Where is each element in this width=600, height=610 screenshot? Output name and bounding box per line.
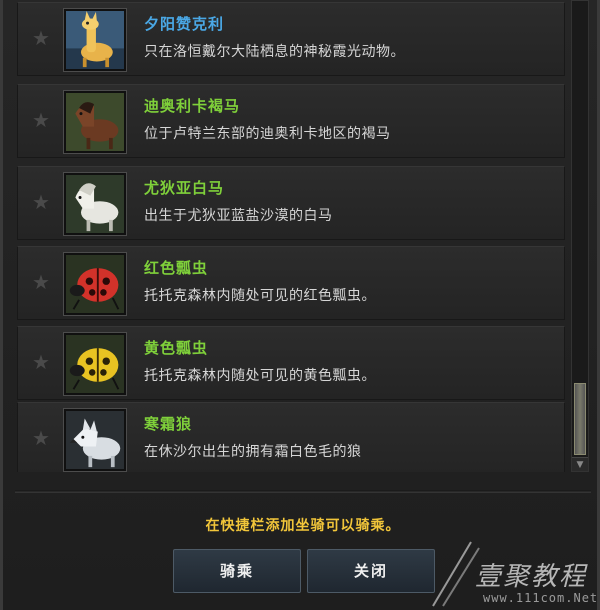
yellow-ladybug-icon <box>63 332 127 396</box>
white-horse-icon <box>63 172 127 236</box>
mount-description: 托托克森林内随处可见的黄色瓢虫。 <box>144 368 376 384</box>
list-item[interactable]: ★ 夕阳赞克利 只在洛恒戴尔大陆栖息的神秘霞光动物。 <box>17 2 565 76</box>
ride-hint-text: 在快捷栏添加坐骑可以骑乘。 <box>205 518 401 534</box>
scroll-down-arrow-icon[interactable]: ▼ <box>572 457 588 471</box>
list-item[interactable]: ★ 红色瓢虫 托托克森林内随处可见的红色瓢虫。 <box>17 246 565 320</box>
mount-description: 托托克森林内随处可见的红色瓢虫。 <box>144 288 376 304</box>
favorite-star-icon[interactable]: ★ <box>30 27 52 49</box>
list-item[interactable]: ★ 尤狄亚白马 出生于尤狄亚蓝盐沙漠的白马 <box>17 166 565 240</box>
watermark: 壹聚教程 www.111com.Net <box>423 536 600 610</box>
mount-list: ★ 夕阳赞克利 只在洛恒戴尔大陆栖息的神秘霞光动物。 ★ 迪奥利卡褐马 位于卢特… <box>17 0 565 472</box>
scroll-thumb[interactable] <box>574 383 586 455</box>
ride-button[interactable]: 骑乘 <box>173 549 301 593</box>
mount-description: 只在洛恒戴尔大陆栖息的神秘霞光动物。 <box>144 44 405 60</box>
brown-horse-icon <box>63 90 127 154</box>
list-scrollbar[interactable]: ▼ <box>571 0 589 472</box>
mount-description: 在休沙尔出生的拥有霜白色毛的狼 <box>144 444 362 460</box>
favorite-star-icon[interactable]: ★ <box>30 351 52 373</box>
watermark-url: www.111com.Net <box>483 591 599 605</box>
mount-name: 黄色瓢虫 <box>144 339 209 357</box>
mount-name: 夕阳赞克利 <box>144 15 225 33</box>
red-ladybug-icon <box>63 252 127 316</box>
frost-wolf-icon <box>63 408 127 472</box>
mount-name: 红色瓢虫 <box>144 259 209 277</box>
mount-description: 出生于尤狄亚蓝盐沙漠的白马 <box>144 208 333 224</box>
mount-name: 迪奥利卡褐马 <box>144 97 241 115</box>
favorite-star-icon[interactable]: ★ <box>30 109 52 131</box>
llama-icon <box>63 8 127 72</box>
watermark-text: 壹聚教程 <box>475 562 588 592</box>
list-item[interactable]: ★ 寒霜狼 在休沙尔出生的拥有霜白色毛的狼 <box>17 402 565 472</box>
favorite-star-icon[interactable]: ★ <box>30 271 52 293</box>
mount-panel: ★ 夕阳赞克利 只在洛恒戴尔大陆栖息的神秘霞光动物。 ★ 迪奥利卡褐马 位于卢特… <box>0 0 600 610</box>
list-item[interactable]: ★ 迪奥利卡褐马 位于卢特兰东部的迪奥利卡地区的褐马 <box>17 84 565 158</box>
mount-name: 尤狄亚白马 <box>144 179 225 197</box>
divider <box>15 490 591 493</box>
close-button[interactable]: 关闭 <box>307 549 435 593</box>
favorite-star-icon[interactable]: ★ <box>30 427 52 449</box>
list-item[interactable]: ★ 黄色瓢虫 托托克森林内随处可见的黄色瓢虫。 <box>17 326 565 400</box>
favorite-star-icon[interactable]: ★ <box>30 191 52 213</box>
mount-description: 位于卢特兰东部的迪奥利卡地区的褐马 <box>144 126 391 142</box>
mount-name: 寒霜狼 <box>144 415 193 433</box>
